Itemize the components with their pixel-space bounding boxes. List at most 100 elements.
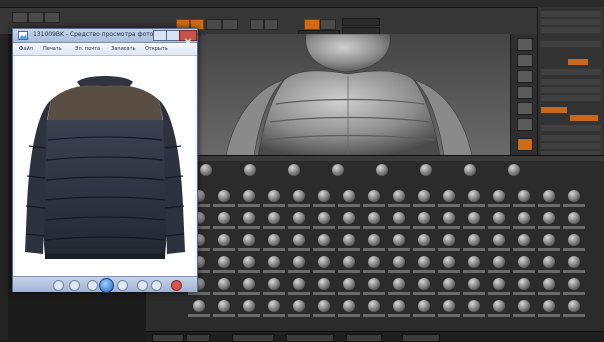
brush-thumbnail-icon[interactable] [343, 212, 355, 224]
brush-thumbnail-icon[interactable] [268, 212, 280, 224]
brush-thumbnail-icon[interactable] [243, 278, 255, 290]
brush-thumbnail-icon[interactable] [443, 278, 455, 290]
brush-thumbnail-icon[interactable] [568, 234, 580, 246]
rgb-button[interactable] [250, 19, 264, 30]
brush-thumbnail-icon[interactable] [518, 234, 530, 246]
brush-thumbnail-icon[interactable] [343, 234, 355, 246]
panel-row[interactable] [541, 27, 601, 33]
brush-thumbnail-icon[interactable] [343, 256, 355, 268]
actual-button[interactable] [517, 86, 533, 99]
persp-button[interactable] [517, 102, 533, 115]
brush-thumbnail-icon[interactable] [243, 212, 255, 224]
previous-icon[interactable] [87, 280, 98, 291]
panel-row[interactable] [541, 87, 601, 93]
brush-thumbnail-icon[interactable] [218, 234, 230, 246]
rotate-button[interactable] [222, 19, 238, 30]
brush-thumbnail-icon[interactable] [543, 300, 555, 312]
brush-thumbnail-icon[interactable] [418, 234, 430, 246]
brush-thumbnail-icon[interactable] [343, 278, 355, 290]
brush-thumbnail-icon[interactable] [518, 256, 530, 268]
quick-brush-icon[interactable] [464, 164, 476, 176]
brush-thumbnail-icon[interactable] [368, 234, 380, 246]
brush-thumbnail-icon[interactable] [543, 256, 555, 268]
delete-icon[interactable] [171, 280, 182, 291]
brush-thumbnail-icon[interactable] [468, 212, 480, 224]
brush-thumbnail-icon[interactable] [493, 256, 505, 268]
close-button[interactable] [179, 30, 197, 45]
brush-thumbnail-icon[interactable] [568, 256, 580, 268]
brush-thumbnail-icon[interactable] [468, 190, 480, 202]
brush-thumbnail-icon[interactable] [193, 300, 205, 312]
brush-thumbnail-icon[interactable] [568, 300, 580, 312]
brush-thumbnail-icon[interactable] [393, 190, 405, 202]
panel-row[interactable] [541, 135, 601, 141]
brush-thumbnail-icon[interactable] [443, 300, 455, 312]
quick-brush-icon[interactable] [332, 164, 344, 176]
brush-thumbnail-icon[interactable] [543, 190, 555, 202]
brush-thumbnail-icon[interactable] [518, 212, 530, 224]
brush-thumbnail-icon[interactable] [493, 190, 505, 202]
brush-thumbnail-icon[interactable] [318, 190, 330, 202]
brush-thumbnail-icon[interactable] [543, 278, 555, 290]
panel-row[interactable] [541, 69, 601, 75]
brush-thumbnail-icon[interactable] [268, 190, 280, 202]
brush-thumbnail-icon[interactable] [218, 300, 230, 312]
divide-button[interactable] [541, 107, 567, 113]
brush-thumbnail-icon[interactable] [268, 256, 280, 268]
reset-all-brushes-button[interactable] [402, 334, 440, 342]
brush-thumbnail-icon[interactable] [568, 278, 580, 290]
brush-thumbnail-icon[interactable] [443, 190, 455, 202]
quick-brush-icon[interactable] [420, 164, 432, 176]
panel-toggle[interactable] [568, 59, 588, 65]
brush-thumbnail-icon[interactable] [518, 300, 530, 312]
brush-thumbnail-icon[interactable] [293, 278, 305, 290]
menu-email[interactable]: Эл. почта [75, 46, 100, 52]
create-insert-mesh-button[interactable] [232, 334, 274, 342]
brush-thumbnail-icon[interactable] [368, 278, 380, 290]
brush-thumbnail-icon[interactable] [293, 234, 305, 246]
brush-thumbnail-icon[interactable] [493, 234, 505, 246]
panel-row[interactable] [541, 125, 601, 131]
draw-modifier-button[interactable] [346, 334, 382, 342]
panel-row[interactable] [541, 41, 601, 47]
brush-thumbnail-icon[interactable] [343, 190, 355, 202]
next-icon[interactable] [117, 280, 128, 291]
brush-thumbnail-icon[interactable] [468, 300, 480, 312]
panel-row[interactable] [541, 143, 601, 149]
brush-thumbnail-icon[interactable] [318, 212, 330, 224]
brush-thumbnail-icon[interactable] [443, 212, 455, 224]
brush-thumbnail-icon[interactable] [243, 256, 255, 268]
menu-print[interactable]: Печать [43, 46, 62, 52]
scale-button[interactable] [206, 19, 222, 30]
brush-thumbnail-icon[interactable] [468, 278, 480, 290]
edit-button[interactable] [12, 12, 28, 23]
brush-thumbnail-icon[interactable] [418, 256, 430, 268]
zoom-icon[interactable] [53, 280, 64, 291]
brush-thumbnail-icon[interactable] [393, 212, 405, 224]
brush-thumbnail-icon[interactable] [393, 234, 405, 246]
mrgb-button[interactable] [264, 19, 278, 30]
zbrush-canvas[interactable] [186, 33, 510, 157]
brush-thumbnail-icon[interactable] [218, 212, 230, 224]
brush-thumbnail-icon[interactable] [293, 256, 305, 268]
brush-thumbnail-icon[interactable] [518, 278, 530, 290]
brush-thumbnail-icon[interactable] [368, 212, 380, 224]
brush-thumbnail-icon[interactable] [293, 212, 305, 224]
zsub-button[interactable] [320, 19, 336, 30]
brush-thumbnail-icon[interactable] [443, 256, 455, 268]
brush-thumbnail-icon[interactable] [493, 278, 505, 290]
brush-thumbnail-icon[interactable] [468, 256, 480, 268]
brush-thumbnail-icon[interactable] [393, 278, 405, 290]
save-as-button[interactable] [186, 334, 210, 342]
spix-button[interactable] [517, 54, 533, 67]
brush-thumbnail-icon[interactable] [368, 256, 380, 268]
brush-thumbnail-icon[interactable] [543, 234, 555, 246]
brush-thumbnail-icon[interactable] [368, 300, 380, 312]
quick-brush-icon[interactable] [200, 164, 212, 176]
minimize-button[interactable] [153, 30, 167, 41]
brush-thumbnail-icon[interactable] [443, 234, 455, 246]
brush-thumbnail-icon[interactable] [418, 300, 430, 312]
brush-thumbnail-icon[interactable] [318, 234, 330, 246]
brush-thumbnail-icon[interactable] [318, 300, 330, 312]
brush-thumbnail-icon[interactable] [268, 300, 280, 312]
